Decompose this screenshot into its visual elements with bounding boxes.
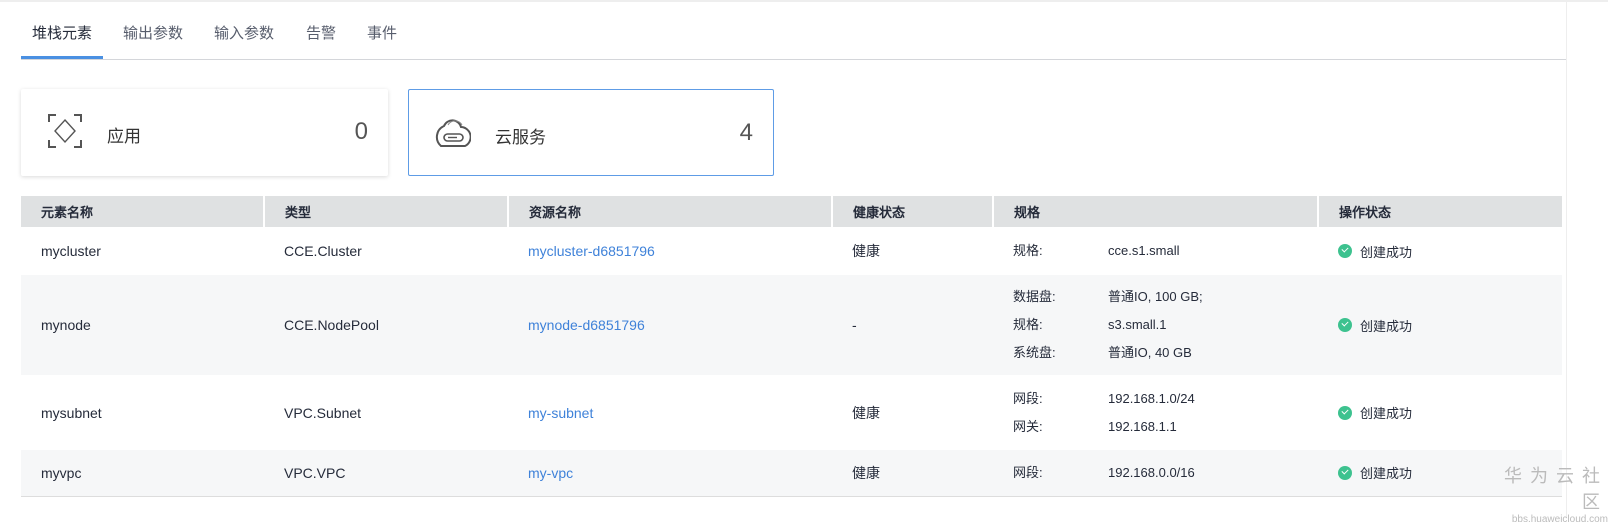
tab-stack-elements[interactable]: 堆栈元素	[32, 22, 92, 43]
spec-value: cce.s1.small	[1108, 243, 1180, 258]
table-row: mycluster CCE.Cluster mycluster-d6851796…	[21, 227, 1562, 275]
resource-link[interactable]: mycluster-d6851796	[528, 243, 655, 259]
success-check-icon	[1338, 318, 1352, 332]
health-status: 健康	[852, 404, 880, 421]
spec-value: s3.small.1	[1108, 317, 1167, 332]
op-status: 创建成功	[1360, 244, 1413, 260]
spec-key: 规格:	[1013, 243, 1043, 258]
spec-key: 规格:	[1013, 317, 1043, 332]
op-status: 创建成功	[1360, 406, 1413, 421]
cloud-service-card[interactable]: 云服务 4	[408, 89, 774, 176]
spec-cell: 规格: cce.s1.small	[993, 227, 1318, 275]
col-type: 类型	[264, 196, 509, 227]
app-card-count: 0	[354, 118, 368, 145]
tab-output-params[interactable]: 输出参数	[123, 22, 183, 43]
col-health: 健康状态	[832, 196, 994, 227]
spec-key: 网段:	[1013, 390, 1043, 406]
cloud-service-card-label: 云服务	[495, 128, 546, 147]
resource-link[interactable]: mynode-d6851796	[528, 317, 645, 333]
success-check-icon	[1338, 405, 1352, 420]
cloud-service-icon	[435, 119, 471, 147]
watermark-title: 华为云社区	[1504, 466, 1608, 512]
tab-input-params[interactable]: 输入参数	[214, 22, 274, 43]
table-row: mynode CCE.NodePool mynode-d6851796 - 数据…	[21, 275, 1562, 375]
health-status: -	[832, 275, 993, 375]
element-type: VPC.VPC	[264, 450, 508, 497]
active-tab-indicator	[21, 56, 103, 59]
table-header: 元素名称 类型 资源名称 健康状态 规格 操作状态	[21, 196, 1562, 227]
element-type: CCE.Cluster	[284, 243, 362, 259]
op-status: 创建成功	[1360, 466, 1413, 482]
element-name: myvpc	[21, 450, 264, 497]
stack-elements-table: 元素名称 类型 资源名称 健康状态 规格 操作状态 mycluster CCE.…	[21, 196, 1562, 497]
col-resource-name: 资源名称	[508, 196, 833, 227]
spec-key: 系统盘:	[1013, 345, 1056, 360]
spec-key: 网关:	[1013, 418, 1043, 434]
element-name: mynode	[21, 275, 264, 375]
col-op-status: 操作状态	[1318, 196, 1562, 227]
watermark: 华为云社区 bbs.huaweicloud.com	[1484, 462, 1608, 525]
spec-value: 普通IO, 100 GB;	[1108, 289, 1203, 304]
cloud-service-card-count: 4	[739, 119, 753, 146]
app-icon	[48, 114, 82, 148]
spec-cell: 网段: 192.168.1.0/24 网关: 192.168.1.1	[993, 375, 1318, 450]
col-spec: 规格	[993, 196, 1319, 227]
success-check-icon	[1338, 244, 1352, 258]
health-status: 健康	[832, 450, 993, 497]
right-divider	[1566, 0, 1567, 517]
spec-key: 数据盘:	[1013, 289, 1056, 304]
health-status: 健康	[852, 243, 880, 259]
element-name: mysubnet	[41, 404, 102, 421]
table-row: myvpc VPC.VPC my-vpc 健康 网段: 192.168.0.0/1…	[21, 450, 1562, 497]
spec-value: 192.168.0.0/16	[1108, 464, 1195, 480]
element-name: mycluster	[41, 243, 101, 259]
resource-link[interactable]: my-vpc	[528, 465, 573, 481]
table-row: mysubnet VPC.Subnet my-subnet 健康 网段: 192.…	[21, 375, 1562, 450]
watermark-url: bbs.huaweicloud.com	[1511, 514, 1608, 525]
app-card-label: 应用	[107, 127, 141, 146]
spec-cell: 数据盘: 普通IO, 100 GB; 规格: s3.small.1 系统盘: 普通IO…	[993, 275, 1318, 375]
element-type: CCE.NodePool	[264, 275, 508, 375]
spec-value: 普通IO, 40 GB	[1108, 345, 1192, 360]
success-check-icon	[1338, 465, 1352, 480]
tab-bar: 堆栈元素 输出参数 输入参数 告警 事件	[21, 0, 1566, 60]
col-element-name: 元素名称	[21, 196, 265, 227]
spec-value: 192.168.1.0/24	[1108, 390, 1195, 406]
resource-link[interactable]: my-subnet	[528, 405, 593, 421]
spec-key: 网段:	[1013, 464, 1043, 480]
tab-alarms[interactable]: 告警	[306, 22, 336, 43]
tab-events[interactable]: 事件	[367, 22, 397, 43]
spec-value: 192.168.1.1	[1108, 418, 1177, 434]
spec-cell: 网段: 192.168.0.0/16	[993, 450, 1318, 497]
app-card[interactable]: 应用 0	[21, 89, 388, 176]
op-status: 创建成功	[1360, 318, 1413, 334]
element-type: VPC.Subnet	[284, 404, 362, 421]
